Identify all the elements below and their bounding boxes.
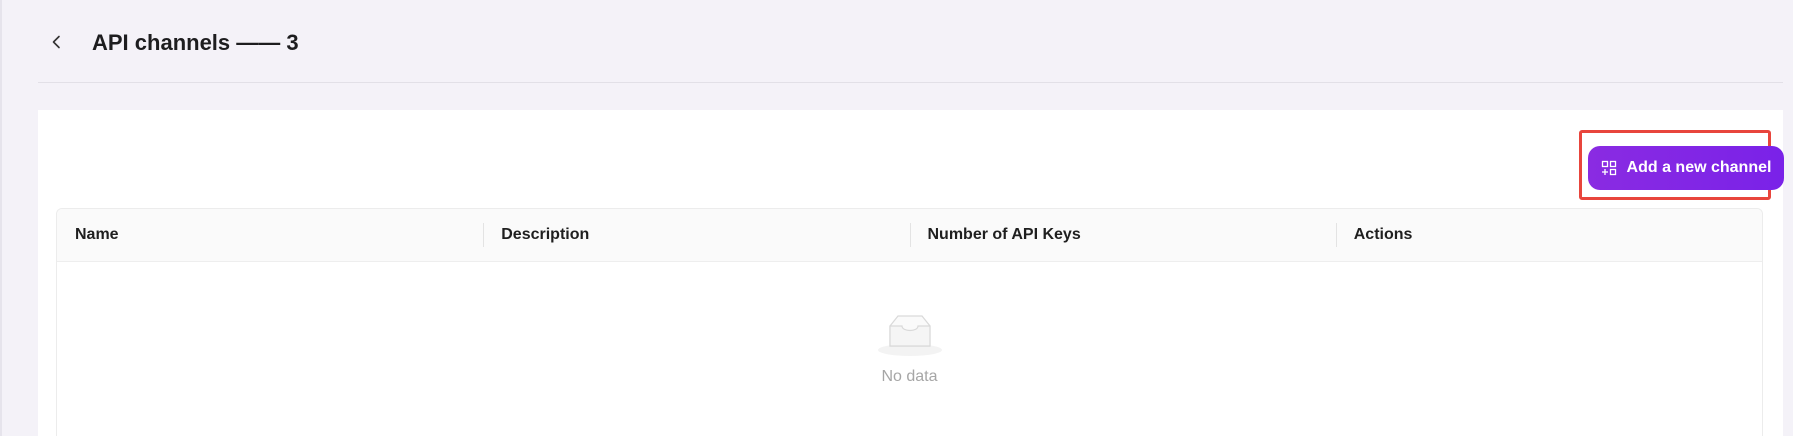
empty-text: No data — [881, 368, 938, 385]
page-title: API channels —— 3 — [92, 30, 299, 55]
grid-add-icon — [1601, 160, 1617, 176]
left-edge-border — [0, 0, 2, 436]
page-header: API channels —— 3 — [38, 0, 1783, 83]
column-header-description[interactable]: Description — [483, 223, 909, 247]
empty-inbox-icon — [874, 310, 946, 358]
add-channel-button[interactable]: Add a new channel — [1588, 146, 1784, 190]
table-header: Name Description Number of API Keys Acti… — [57, 209, 1762, 262]
chevron-left-icon — [51, 35, 63, 54]
empty-state: No data — [57, 262, 1762, 436]
column-header-actions[interactable]: Actions — [1335, 223, 1762, 247]
back-button[interactable] — [46, 33, 68, 55]
channels-card: Add a new channel Name Description Numbe… — [38, 110, 1784, 436]
channels-table: Name Description Number of API Keys Acti… — [56, 208, 1763, 436]
column-header-api-keys[interactable]: Number of API Keys — [909, 223, 1336, 247]
column-header-name[interactable]: Name — [57, 226, 483, 244]
add-channel-label: Add a new channel — [1626, 159, 1772, 176]
